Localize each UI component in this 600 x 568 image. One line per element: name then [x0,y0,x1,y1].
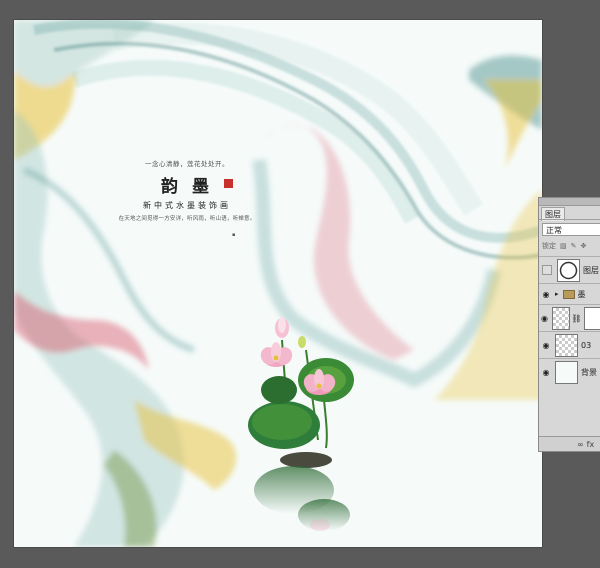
layer-name[interactable]: 背景 [581,367,597,378]
layer-name[interactable]: 03 [581,341,591,350]
panel-titlebar[interactable] [539,198,600,206]
layer-row[interactable]: ◉ ⛓ [539,304,600,331]
artwork-title-block: 一念心清静，莲花处处开。 韵 墨 新中式水墨装饰画 在天地之间觅得一方安详，听风… [112,158,262,222]
artwork-title: 韵 墨 [161,177,213,197]
lotus-reflection [254,466,350,531]
seal-stamp [224,179,233,188]
blend-mode-select[interactable]: 正常 [542,223,600,236]
layer-thumbnail [555,360,578,384]
eye-icon[interactable]: ◉ [539,290,553,299]
link-icon: ⛓ [571,313,582,323]
artwork-tagline: 一念心清静，莲花处处开。 [145,160,229,168]
panel-footer: ∞ fx [539,436,600,451]
expand-triangle-icon[interactable]: ▸ [555,290,559,298]
lock-row: 锁定 ▨ ✎ ✥ [542,241,586,251]
eye-icon[interactable]: ◉ [539,341,553,350]
layer-name[interactable]: 图层 [583,265,599,276]
layer-thumbnail [551,306,571,330]
artwork-description: 在天地之间觅得一方安详，听风雨，听山语，听禅意。 [118,216,256,222]
layer-row[interactable]: ◉ 03 [539,331,600,358]
layer-row[interactable]: 图层 [539,256,600,283]
layer-row-background[interactable]: ◉ 背景 [539,358,600,385]
layer-thumbnail [555,333,578,357]
layer-group-row[interactable]: ◉ ▸ 墨 [539,283,600,304]
layer-thumbnail [557,258,580,282]
lock-transparent-icon[interactable]: ▨ [560,242,567,250]
layer-name[interactable]: 墨 [578,289,586,300]
visibility-toggle-empty[interactable] [542,265,552,275]
document-canvas[interactable]: ▪ 一念心清静，莲花处处开。 韵 墨 新中式水墨装饰画 在天地之间觅得一方安详，… [14,20,542,547]
lock-label: 锁定 [542,242,556,250]
ink-ribbon-top [33,20,542,260]
lotus-leaves [248,358,354,468]
folder-icon [562,289,575,299]
eye-icon[interactable]: ◉ [539,368,553,377]
artwork-series: 新中式水墨装饰画 [143,201,231,210]
svg-text:▪: ▪ [232,232,235,238]
tab-divider [539,219,600,220]
lock-paint-icon[interactable]: ✎ [571,242,577,250]
ink-artwork: ▪ [14,20,542,547]
mask-thumbnail [583,306,600,330]
eye-icon[interactable]: ◉ [539,314,550,323]
fx-button[interactable]: fx [587,440,595,449]
lock-move-icon[interactable]: ✥ [581,242,587,250]
circle-mask-icon [559,261,578,279]
layers-panel[interactable]: 图层 正常 锁定 ▨ ✎ ✥ 图层 ◉ ▸ 墨 ◉ ⛓ ◉ 03 ◉ 背景 ∞ … [538,197,600,452]
link-layers-icon[interactable]: ∞ [577,440,584,449]
